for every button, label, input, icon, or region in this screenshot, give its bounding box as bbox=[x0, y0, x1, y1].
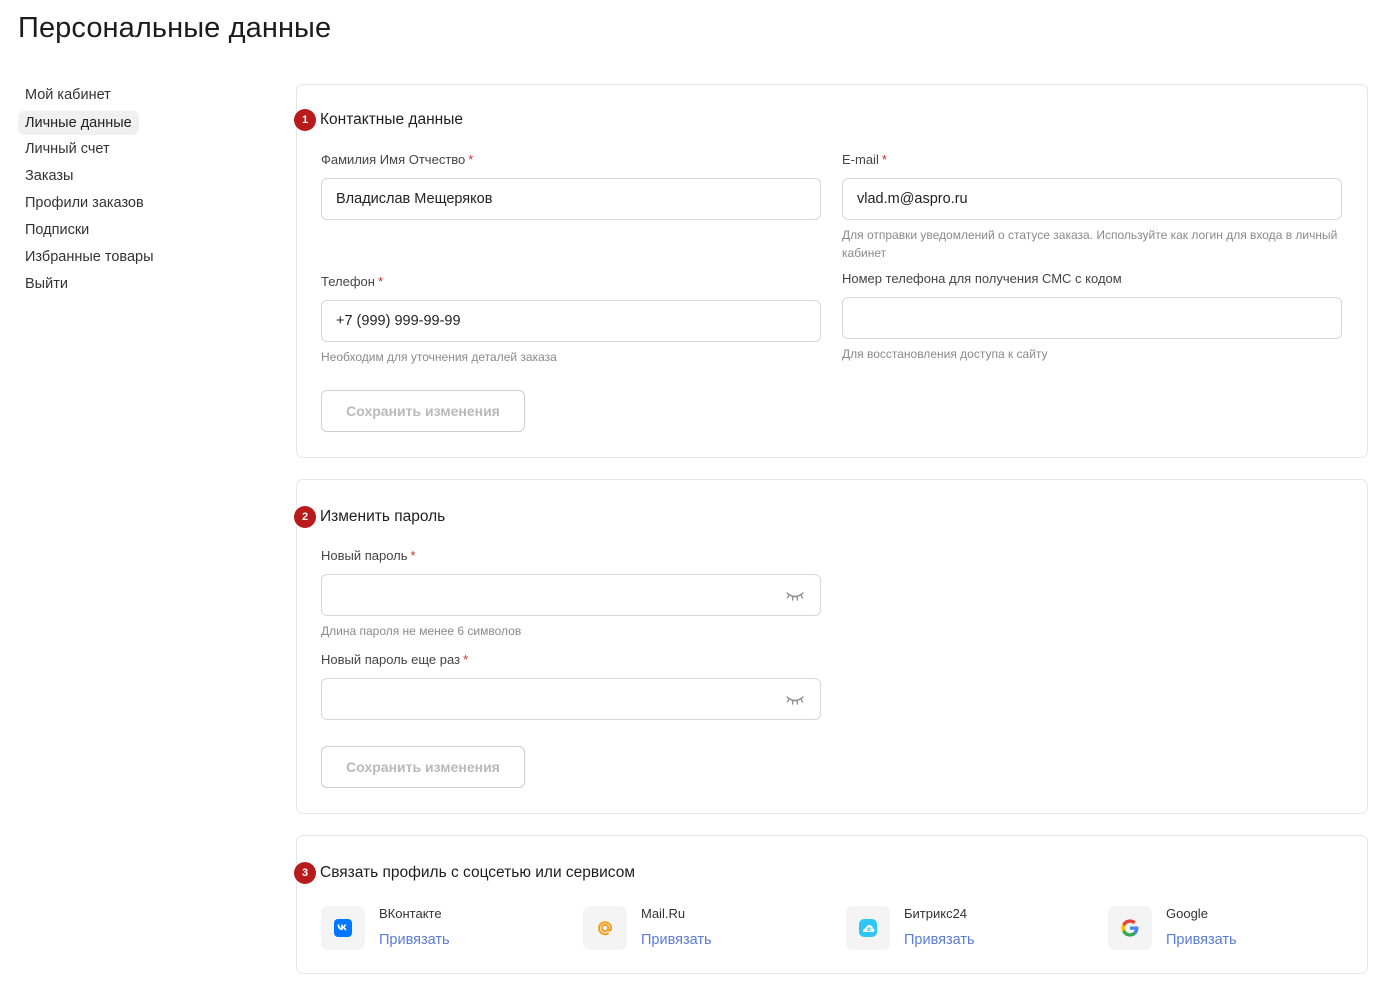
sidebar-item-orders[interactable]: Заказы bbox=[18, 165, 258, 192]
google-link-button[interactable]: Привязать bbox=[1166, 932, 1237, 948]
fio-input[interactable]: Владислав Мещеряков bbox=[321, 178, 821, 220]
sms-phone-hint: Для восстановления доступа к сайту bbox=[842, 347, 1048, 361]
social-text: Битрикс24 Привязать bbox=[904, 906, 975, 950]
social-item-bitrix24: Битрикс24 Привязать bbox=[846, 906, 975, 950]
bitrix24-link-button[interactable]: Привязать bbox=[904, 932, 975, 948]
email-field: E-mail * vlad.m@aspro.ru Для отправки уве… bbox=[842, 152, 1342, 262]
social-text: ВКонтакте Привязать bbox=[379, 906, 450, 950]
eye-closed-icon[interactable] bbox=[786, 590, 804, 602]
fio-label-text: Фамилия Имя Отчество bbox=[321, 152, 466, 167]
change-password-card: 2 Изменить пароль Новый пароль * Длина па… bbox=[294, 479, 1368, 814]
phone-input[interactable]: +7 (999) 999-99-99 bbox=[321, 300, 821, 342]
eye-closed-icon[interactable] bbox=[786, 694, 804, 706]
contact-data-card: 1 Контактные данные Фамилия Имя Отчество… bbox=[294, 84, 1368, 458]
email-hint: Для отправки уведомлений о статусе заказ… bbox=[842, 228, 1338, 260]
sidebar-item-logout[interactable]: Выйти bbox=[18, 273, 258, 300]
sidebar-item-label: Личный счет bbox=[25, 141, 110, 157]
new-password-field: Новый пароль * Длина пароля не менее 6 си… bbox=[321, 548, 821, 640]
required-mark: * bbox=[377, 274, 383, 289]
fio-field: Фамилия Имя Отчество * Владислав Мещеряко… bbox=[321, 152, 821, 220]
sidebar-item-personal-data[interactable]: Личные данные bbox=[18, 111, 258, 138]
bitrix24-icon[interactable] bbox=[846, 906, 890, 950]
vk-logo bbox=[334, 919, 352, 937]
social-item-mailru: Mail.Ru Привязать bbox=[583, 906, 712, 950]
section-title: Контактные данные bbox=[320, 111, 463, 128]
email-label-text: E-mail bbox=[842, 152, 879, 167]
new-password-label: Новый пароль * bbox=[321, 548, 821, 566]
sidebar-item-label: Профили заказов bbox=[25, 195, 144, 211]
fio-label: Фамилия Имя Отчество * bbox=[321, 152, 821, 170]
required-mark: * bbox=[463, 652, 469, 667]
social-name: ВКонтакте bbox=[379, 906, 442, 921]
section-header: 2 Изменить пароль bbox=[294, 506, 445, 528]
email-input[interactable]: vlad.m@aspro.ru bbox=[842, 178, 1342, 220]
social-name: Google bbox=[1166, 906, 1208, 921]
section-header: 3 Связать профиль с соцсетью или сервисо… bbox=[294, 862, 635, 884]
section-title: Связать профиль с соцсетью или сервисом bbox=[320, 864, 636, 881]
section-number-badge: 3 bbox=[294, 862, 316, 884]
phone-hint: Необходим для уточнения деталей заказа bbox=[321, 350, 557, 364]
sidebar-item-subscriptions[interactable]: Подписки bbox=[18, 219, 258, 246]
google-logo bbox=[1121, 919, 1139, 937]
section-title: Изменить пароль bbox=[320, 508, 446, 525]
sidebar-item-account[interactable]: Личный счет bbox=[18, 138, 258, 165]
google-icon[interactable] bbox=[1108, 906, 1152, 950]
mailru-icon[interactable] bbox=[583, 906, 627, 950]
save-contact-button[interactable]: Сохранить изменения bbox=[321, 390, 525, 432]
save-password-button[interactable]: Сохранить изменения bbox=[321, 746, 525, 788]
sidebar-item-order-profiles[interactable]: Профили заказов bbox=[18, 192, 258, 219]
sidebar-item-label: Личные данные bbox=[18, 111, 139, 135]
social-text: Google Привязать bbox=[1166, 906, 1237, 950]
social-text: Mail.Ru Привязать bbox=[641, 906, 712, 950]
repeat-password-label-text: Новый пароль еще раз bbox=[321, 652, 461, 667]
email-label: E-mail * bbox=[842, 152, 1342, 170]
vk-link-button[interactable]: Привязать bbox=[379, 932, 450, 948]
mailru-link-button[interactable]: Привязать bbox=[641, 932, 712, 948]
social-name: Битрикс24 bbox=[904, 906, 968, 921]
repeat-password-input[interactable] bbox=[321, 678, 821, 720]
sms-phone-label: Номер телефона для получения СМС с кодом bbox=[842, 271, 1122, 286]
social-item-vk: ВКонтакте Привязать bbox=[321, 906, 450, 950]
page-title: Персональные данные bbox=[18, 12, 332, 44]
required-mark: * bbox=[881, 152, 887, 167]
new-password-hint: Длина пароля не менее 6 символов bbox=[321, 624, 522, 638]
sidebar-item-label: Заказы bbox=[25, 168, 74, 184]
repeat-password-field: Новый пароль еще раз * bbox=[321, 652, 821, 720]
required-mark: * bbox=[410, 548, 416, 563]
repeat-password-label: Новый пароль еще раз * bbox=[321, 652, 821, 670]
phone-label-text: Телефон bbox=[321, 274, 375, 289]
sidebar-item-label: Выйти bbox=[25, 276, 68, 292]
new-password-label-text: Новый пароль bbox=[321, 548, 408, 563]
phone-field: Телефон * +7 (999) 999-99-99 Необходим дл… bbox=[321, 274, 821, 366]
section-number-badge: 2 bbox=[294, 506, 316, 528]
social-link-card: 3 Связать профиль с соцсетью или сервисо… bbox=[294, 835, 1368, 974]
social-item-google: Google Привязать bbox=[1108, 906, 1237, 950]
mailru-logo bbox=[598, 921, 613, 936]
sidebar-nav: Мой кабинет Личные данные Личный счет За… bbox=[18, 84, 258, 300]
sidebar-item-my-cabinet[interactable]: Мой кабинет bbox=[18, 84, 258, 111]
section-header: 1 Контактные данные bbox=[294, 109, 463, 131]
bitrix24-logo bbox=[859, 919, 877, 937]
phone-label: Телефон * bbox=[321, 274, 821, 292]
required-mark: * bbox=[468, 152, 474, 167]
sms-phone-field: Номер телефона для получения СМС с кодом… bbox=[842, 271, 1342, 363]
vk-icon[interactable] bbox=[321, 906, 365, 950]
sidebar-item-label: Подписки bbox=[25, 222, 90, 238]
sms-phone-input[interactable] bbox=[842, 297, 1342, 339]
social-name: Mail.Ru bbox=[641, 906, 686, 921]
new-password-input[interactable] bbox=[321, 574, 821, 616]
sidebar-item-favorites[interactable]: Избранные товары bbox=[18, 246, 258, 273]
sidebar-item-label: Мой кабинет bbox=[25, 87, 111, 103]
sidebar-item-label: Избранные товары bbox=[25, 249, 154, 265]
section-number-badge: 1 bbox=[294, 109, 316, 131]
